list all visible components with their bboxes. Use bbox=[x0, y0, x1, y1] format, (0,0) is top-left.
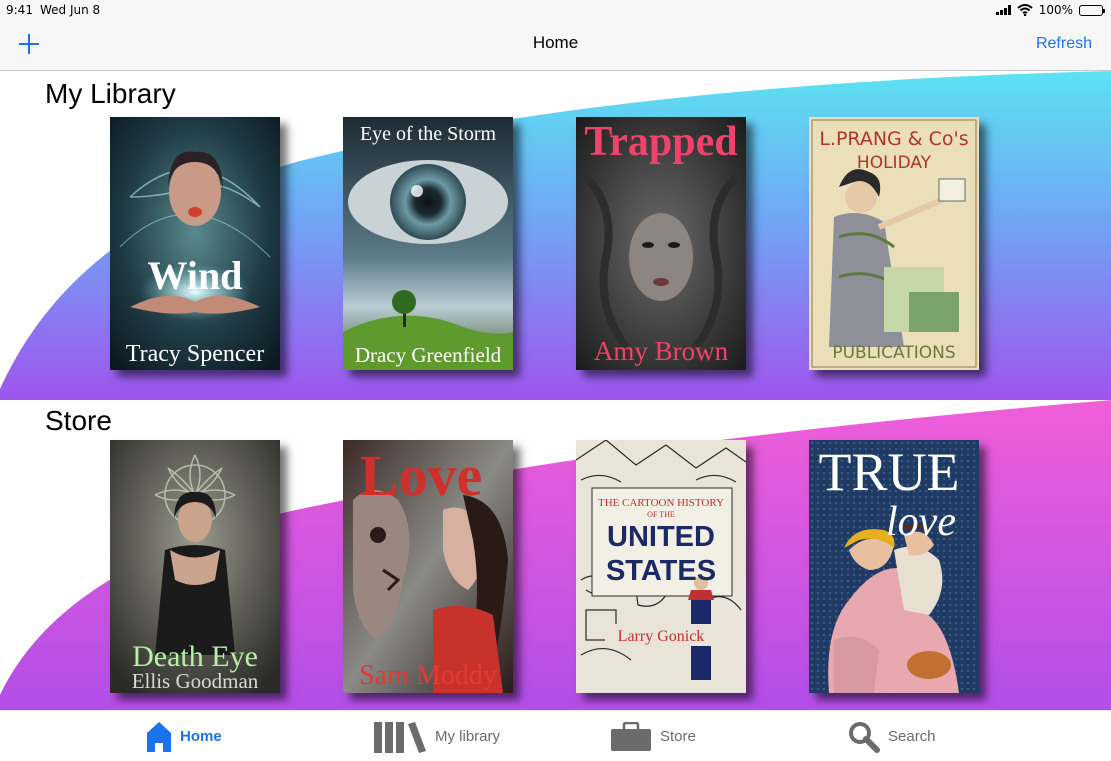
book-author: Sam Moddy bbox=[359, 660, 497, 691]
tab-search-label: Search bbox=[888, 728, 936, 745]
book-author: Dracy Greenfield bbox=[355, 343, 502, 367]
book-subtitle: PUBLICATIONS bbox=[832, 343, 955, 363]
tab-my-library[interactable]: My library bbox=[373, 711, 500, 761]
wifi-icon bbox=[1017, 4, 1033, 16]
status-time: 9:41 bbox=[6, 3, 33, 17]
book-author: Ellis Goodman bbox=[132, 669, 259, 693]
book-death-eye[interactable]: Death Eye Ellis Goodman bbox=[110, 440, 280, 693]
book-author: Amy Brown bbox=[594, 336, 729, 366]
status-bar: 9:41 Wed Jun 8 100% bbox=[0, 0, 1111, 20]
book-title-line2: HOLIDAY bbox=[857, 153, 932, 173]
book-true-love[interactable]: TRUE love bbox=[809, 440, 979, 693]
book-eye-of-the-storm[interactable]: Eye of the Storm Dracy Greenfield bbox=[343, 117, 513, 370]
book-author: Larry Gonick bbox=[618, 628, 705, 645]
book-title-line2: love bbox=[886, 499, 956, 545]
tab-bar: Home My library Store Search bbox=[0, 710, 1111, 761]
book-author: Tracy Spencer bbox=[126, 341, 264, 367]
book-title-line1: L.PRANG & Co's bbox=[819, 128, 968, 150]
books-icon bbox=[374, 721, 426, 753]
battery-percent: 100% bbox=[1038, 3, 1073, 17]
book-title: Trapped bbox=[584, 119, 737, 165]
book-love[interactable]: Love Sam Moddy bbox=[343, 440, 513, 693]
tab-search[interactable]: Search bbox=[848, 711, 936, 761]
book-wind[interactable]: Wind Tracy Spencer bbox=[110, 117, 280, 370]
search-icon bbox=[849, 721, 880, 753]
tab-home[interactable]: Home bbox=[146, 711, 222, 761]
my-library-section: My Library Wind Tracy Spencer Eye of the… bbox=[0, 71, 1111, 400]
refresh-button[interactable]: Refresh bbox=[1036, 35, 1092, 53]
status-date: Wed Jun 8 bbox=[40, 3, 101, 17]
tab-home-label: Home bbox=[180, 728, 222, 745]
navigation-bar: Home Refresh bbox=[0, 20, 1111, 71]
book-title: Wind bbox=[148, 253, 243, 298]
cellular-signal-icon bbox=[995, 5, 1011, 15]
page-title: Home bbox=[532, 33, 579, 52]
book-title-line4: STATES bbox=[606, 555, 716, 587]
store-section: Store Death Eye Ellis Goodman Love Sam M… bbox=[0, 400, 1111, 710]
store-heading: Store bbox=[45, 405, 112, 436]
book-title: Love bbox=[360, 443, 482, 508]
book-title: Eye of the Storm bbox=[360, 123, 497, 145]
tab-store[interactable]: Store bbox=[610, 711, 696, 761]
book-cartoon-history[interactable]: THE CARTOON HISTORY OF THE UNITED STATES… bbox=[576, 440, 746, 693]
book-title-line1: TRUE bbox=[819, 442, 960, 502]
home-icon bbox=[147, 721, 171, 752]
book-trapped[interactable]: Trapped Amy Brown bbox=[576, 117, 746, 370]
tab-my-library-label: My library bbox=[435, 728, 501, 745]
bag-icon bbox=[611, 721, 651, 751]
book-title-line3: UNITED bbox=[607, 521, 715, 553]
book-prang-holiday[interactable]: L.PRANG & Co's HOLIDAY PUBLICATIONS bbox=[809, 117, 979, 370]
tab-store-label: Store bbox=[660, 728, 696, 745]
book-title-line1: THE CARTOON HISTORY bbox=[598, 497, 724, 509]
status-indicators: 100% bbox=[995, 3, 1105, 17]
battery-icon bbox=[1079, 4, 1105, 16]
book-title-line2: OF THE bbox=[647, 510, 675, 519]
my-library-heading: My Library bbox=[45, 78, 176, 109]
